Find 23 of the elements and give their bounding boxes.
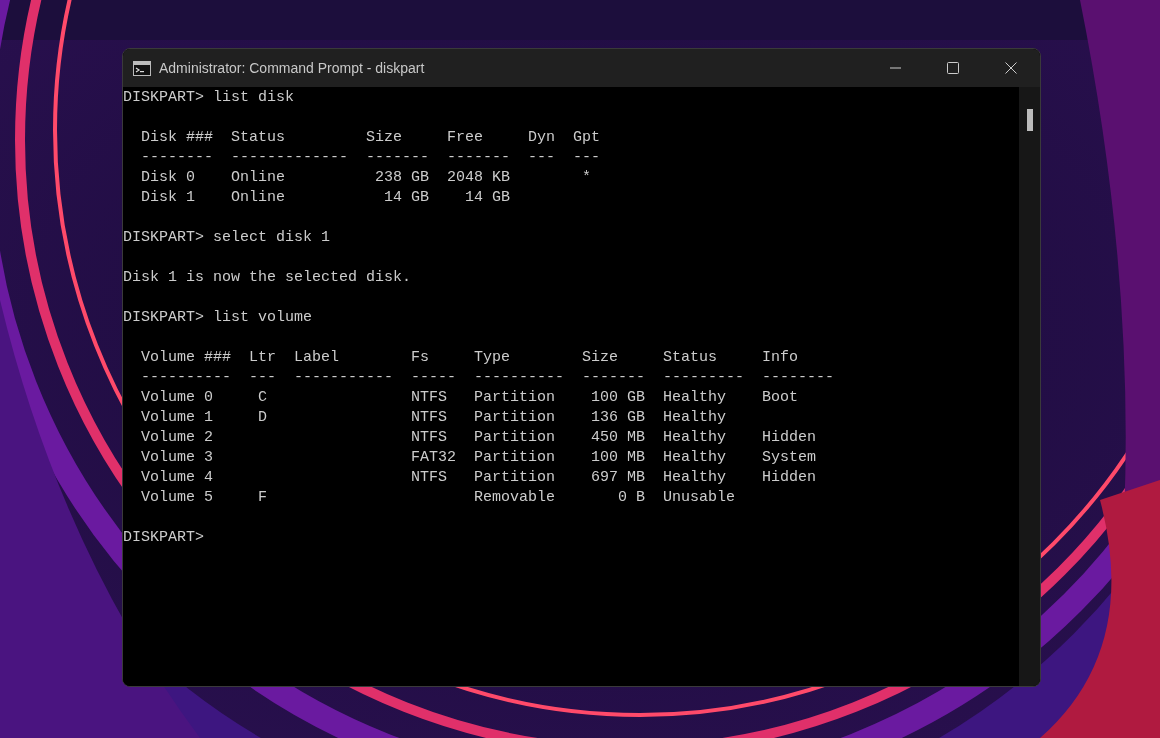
console-line: Volume ### Ltr Label Fs Type Size Status Info [140,349,799,366]
window-title: Administrator: Command Prompt - diskpart [159,58,425,78]
terminal-icon [133,60,151,76]
console-line: DISKPART> [123,529,204,546]
console-line: Disk ### Status Size Free Dyn Gpt [140,129,601,146]
console-line: Volume 5 F Removable 0 B Unusable [140,489,736,506]
console-line: Volume 2 NTFS Partition 450 MB Healthy Hidden [140,429,817,446]
console-line: DISKPART> list disk [123,89,295,106]
console-line: -------- ------------- ------- ------- --- --- [140,149,601,166]
console-line: Volume 3 FAT32 Partition 100 MB Healthy System [140,449,817,466]
maximize-icon [947,62,959,74]
console-line: DISKPART> select disk 1 [123,229,331,246]
console-line: Volume 4 NTFS Partition 697 MB Healthy Hidden [140,469,817,486]
console-line: Disk 1 is now the selected disk. [123,269,412,286]
scrollbar-thumb[interactable] [1026,109,1033,131]
minimize-icon [889,67,901,69]
console-line: Volume 0 C NTFS Partition 100 GB Healthy Boot [140,389,799,406]
console-line: DISKPART> list volume [123,309,313,326]
close-icon [1005,62,1017,74]
console-line: ---------- --- ----------- ----- ---------- ------- --------- -------- [140,369,835,386]
console-line: Disk 0 Online 238 GB 2048 KB * [140,169,592,186]
console-line: Volume 1 D NTFS Partition 136 GB Healthy [140,409,727,426]
console-line: Disk 1 Online 14 GB 14 GB [140,189,511,206]
